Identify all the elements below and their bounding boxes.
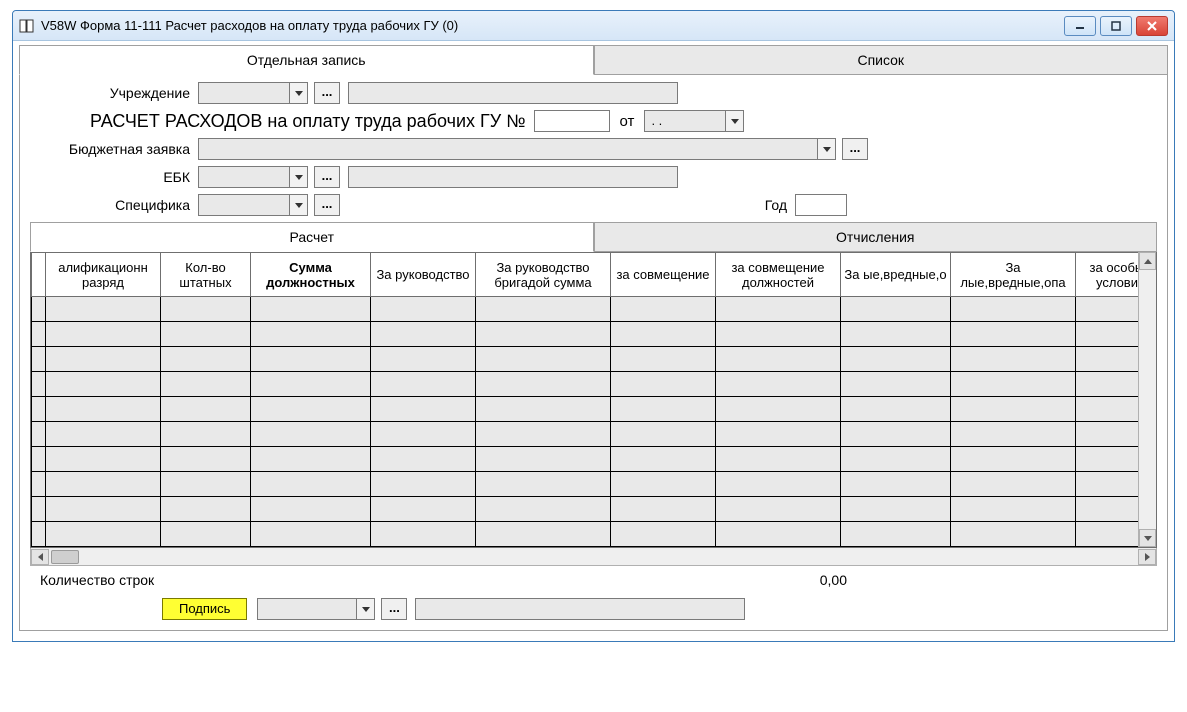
col-1[interactable]: Кол-во штатных (161, 253, 251, 297)
chevron-down-icon (289, 83, 307, 103)
scroll-down-icon[interactable] (1139, 529, 1156, 547)
signature-row: Подпись ... (30, 590, 1157, 624)
app-icon (19, 18, 35, 34)
label-budget-request: Бюджетная заявка (30, 141, 198, 157)
signature-button[interactable]: Подпись (162, 598, 247, 620)
ebk-display (348, 166, 678, 188)
budget-request-combo[interactable] (198, 138, 836, 160)
top-tabstrip: Отдельная запись Список (19, 45, 1168, 75)
window-controls (1064, 16, 1168, 36)
scroll-right-icon[interactable] (1138, 549, 1156, 565)
col-6[interactable]: за совмещение должностей (716, 253, 841, 297)
col-4[interactable]: За руководство бригадой сумма (476, 253, 611, 297)
chevron-down-icon (289, 167, 307, 187)
data-table[interactable]: алификационн разряд Кол-во штатных Сумма… (31, 252, 1138, 547)
signature-lookup-button[interactable]: ... (381, 598, 407, 620)
table-row[interactable] (32, 397, 1139, 422)
table-header-row: алификационн разряд Кол-во штатных Сумма… (32, 253, 1139, 297)
row-specifics: Специфика ... Год (30, 194, 1157, 216)
institution-display (348, 82, 678, 104)
row-institution: Учреждение ... (30, 82, 1157, 104)
app-window: V58W Форма 11-111 Расчет расходов на опл… (12, 10, 1175, 642)
signature-display (415, 598, 745, 620)
tab-single-record[interactable]: Отдельная запись (19, 45, 594, 75)
calc-number-input[interactable] (534, 110, 610, 132)
footer-row: Количество строк 0,00 (30, 566, 1157, 590)
row-ebk: ЕБК ... (30, 166, 1157, 188)
institution-lookup-button[interactable]: ... (314, 82, 340, 104)
scroll-thumb[interactable] (51, 550, 79, 564)
table-row[interactable] (32, 422, 1139, 447)
label-from: от (610, 113, 645, 130)
ebk-lookup-button[interactable]: ... (314, 166, 340, 188)
ebk-combo[interactable] (198, 166, 308, 188)
table-row[interactable] (32, 497, 1139, 522)
tab-calc[interactable]: Расчет (30, 222, 594, 252)
specifics-lookup-button[interactable]: ... (314, 194, 340, 216)
titlebar: V58W Форма 11-111 Расчет расходов на опл… (13, 11, 1174, 41)
calc-heading: РАСЧЕТ РАСХОДОВ на оплату труда рабочих … (90, 111, 534, 132)
window-title: V58W Форма 11-111 Расчет расходов на опл… (41, 18, 1064, 33)
sub-tabstrip: Расчет Отчисления (30, 222, 1157, 252)
rowcount-label: Количество строк (40, 572, 154, 588)
table-row[interactable] (32, 447, 1139, 472)
close-button[interactable] (1136, 16, 1168, 36)
table-row[interactable] (32, 347, 1139, 372)
budget-request-lookup-button[interactable]: ... (842, 138, 868, 160)
table-row[interactable] (32, 372, 1139, 397)
rowcount-value: 0,00 (820, 572, 847, 588)
scroll-up-icon[interactable] (1139, 252, 1156, 270)
maximize-button[interactable] (1100, 16, 1132, 36)
minimize-button[interactable] (1064, 16, 1096, 36)
window-body: Отдельная запись Список Учреждение ... Р… (13, 41, 1174, 641)
table-row[interactable] (32, 297, 1139, 322)
data-grid: алификационн разряд Кол-во штатных Сумма… (30, 252, 1157, 548)
col-0[interactable]: алификационн разряд (46, 253, 161, 297)
chevron-down-icon (356, 599, 374, 619)
chevron-down-icon (289, 195, 307, 215)
signature-combo[interactable] (257, 598, 375, 620)
chevron-down-icon (817, 139, 835, 159)
vertical-scrollbar[interactable] (1138, 252, 1156, 547)
date-combo[interactable]: . . (644, 110, 744, 132)
col-2[interactable]: Сумма должностных (251, 253, 371, 297)
table-row[interactable] (32, 322, 1139, 347)
label-ebk: ЕБК (30, 169, 198, 185)
tab-list[interactable]: Список (594, 45, 1169, 75)
date-value: . . (645, 111, 725, 131)
horizontal-scrollbar[interactable] (30, 548, 1157, 566)
year-input[interactable] (795, 194, 847, 216)
col-3[interactable]: За руководство (371, 253, 476, 297)
row-calc-title: РАСЧЕТ РАСХОДОВ на оплату труда рабочих … (30, 110, 1157, 132)
col-9[interactable]: за особые условия (1076, 253, 1139, 297)
tab-deductions[interactable]: Отчисления (594, 222, 1158, 252)
row-handle-header (32, 253, 46, 297)
label-specifics: Специфика (30, 197, 198, 213)
scroll-left-icon[interactable] (31, 549, 49, 565)
chevron-down-icon (725, 111, 743, 131)
col-8[interactable]: За лые,вредные,опа (951, 253, 1076, 297)
label-year: Год (765, 197, 795, 213)
form-panel: Учреждение ... РАСЧЕТ РАСХОДОВ на оплату… (19, 74, 1168, 631)
specifics-combo[interactable] (198, 194, 308, 216)
institution-combo[interactable] (198, 82, 308, 104)
table-row[interactable] (32, 472, 1139, 497)
col-7[interactable]: За ые,вредные,о (841, 253, 951, 297)
col-5[interactable]: за совмещение (611, 253, 716, 297)
row-budget-request: Бюджетная заявка ... (30, 138, 1157, 160)
table-row[interactable] (32, 522, 1139, 547)
label-institution: Учреждение (30, 85, 198, 101)
